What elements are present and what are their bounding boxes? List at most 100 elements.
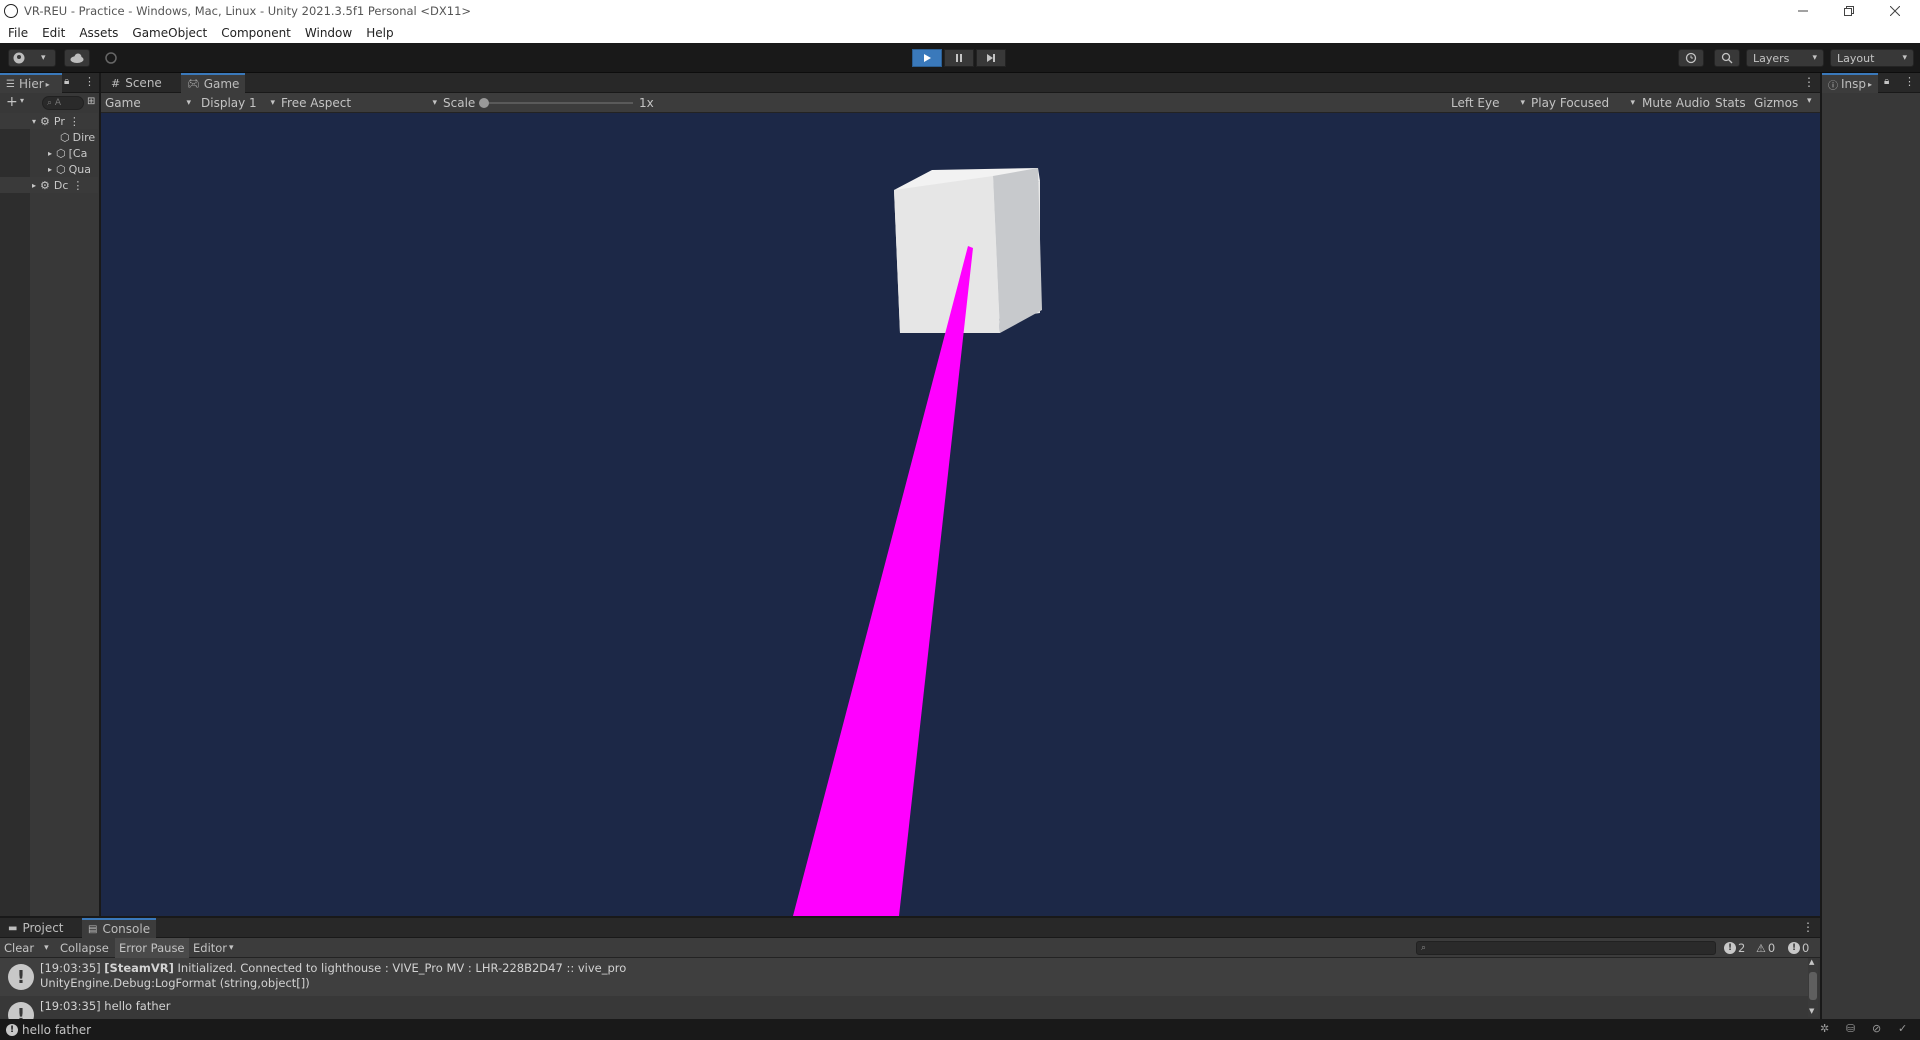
- display-label: Display 1: [201, 96, 257, 110]
- more-options-icon[interactable]: ⋮: [1904, 75, 1915, 88]
- editor-dropdown[interactable]: Editor ▾: [189, 938, 238, 958]
- game-viewport[interactable]: [101, 113, 1820, 916]
- tab-project[interactable]: ▬ Project: [2, 918, 70, 938]
- scroll-down-icon[interactable]: ▼: [1809, 1007, 1814, 1015]
- lock-icon[interactable]: 🔒︎: [1884, 76, 1889, 87]
- gizmos-toggle[interactable]: Gizmos: [1754, 96, 1798, 110]
- info-icon: ⓘ: [1828, 80, 1838, 92]
- log-timestamp: [19:03:35]: [40, 999, 101, 1013]
- console-search-input[interactable]: ⌕: [1416, 941, 1716, 955]
- clear-button[interactable]: Clear ▾: [0, 938, 53, 958]
- title-bar: VR-REU - Practice - Windows, Mac, Linux …: [0, 0, 1920, 22]
- display-dropdown[interactable]: Display 1 ▾: [201, 95, 275, 111]
- cube-side-face: [993, 168, 1042, 333]
- tab-game[interactable]: 🎮︎ Game: [181, 73, 246, 93]
- console-entry[interactable]: ! [19:03:35] hello father: [0, 996, 1808, 1019]
- more-options-icon[interactable]: ⋮: [1803, 75, 1815, 89]
- scrollbar-thumb[interactable]: [1809, 972, 1817, 1000]
- bottom-tab-bar: ▬ Project ▤ Console ⋮: [0, 918, 1820, 938]
- chevron-down-icon: ▾: [44, 943, 49, 953]
- collab-icon: [105, 52, 117, 64]
- hierarchy-row-dont-destroy[interactable]: ▸ ⚙ Dc ⋮: [0, 177, 98, 193]
- add-icon[interactable]: +: [6, 94, 18, 110]
- chevron-down-icon[interactable]: ▾: [20, 96, 24, 105]
- layout-dropdown[interactable]: Layout ▾: [1830, 49, 1914, 67]
- menu-gameobject[interactable]: GameObject: [125, 26, 214, 40]
- hierarchy-row-camera-rig[interactable]: ▸ ⬡ [Ca: [0, 145, 98, 161]
- inspector-tab-label: Insp: [1841, 77, 1867, 91]
- error-count-toggle[interactable]: ! 0: [1784, 938, 1813, 958]
- play-mode-dropdown[interactable]: Play Focused ▾: [1531, 95, 1635, 111]
- cache-icon[interactable]: ⛁: [1846, 1022, 1855, 1035]
- warning-count-toggle[interactable]: ⚠ 0: [1752, 938, 1779, 958]
- more-options-icon[interactable]: ⋮: [84, 75, 95, 88]
- scale-slider[interactable]: [479, 98, 633, 108]
- mute-audio-toggle[interactable]: Mute Audio: [1642, 96, 1710, 110]
- chevron-down-icon: ▾: [186, 98, 191, 108]
- menu-component[interactable]: Component: [214, 26, 298, 40]
- log-count-toggle[interactable]: ! 2: [1720, 938, 1749, 958]
- chevron-down-icon: ▾: [270, 98, 275, 108]
- restore-button[interactable]: [1826, 0, 1872, 22]
- tab-hierarchy[interactable]: ☰ Hier ▸: [0, 73, 62, 93]
- hierarchy-row-quad[interactable]: ▸ ⬡ Qua: [0, 161, 98, 177]
- minimize-button[interactable]: [1780, 0, 1826, 22]
- collab-button[interactable]: [100, 49, 122, 67]
- info-icon: !: [6, 1023, 18, 1036]
- tab-inspector[interactable]: ⓘ Insp ▸: [1822, 73, 1878, 93]
- network-icon[interactable]: ⊘: [1872, 1022, 1881, 1035]
- bug-icon[interactable]: ✲: [1820, 1022, 1829, 1035]
- cloud-icon: [70, 53, 84, 63]
- pause-icon: [956, 54, 962, 62]
- chevron-down-icon: ▾: [1520, 98, 1525, 108]
- cube-icon: ⬡: [60, 130, 70, 144]
- more-options-icon[interactable]: ⋮: [1802, 920, 1814, 934]
- scroll-up-icon[interactable]: ▲: [1809, 958, 1814, 966]
- menu-assets[interactable]: Assets: [72, 26, 125, 40]
- menu-file[interactable]: File: [0, 26, 35, 40]
- progress-check-icon[interactable]: ✓: [1898, 1022, 1907, 1035]
- stats-toggle[interactable]: Stats: [1715, 96, 1746, 110]
- error-pause-toggle[interactable]: Error Pause: [115, 938, 189, 958]
- hierarchy-search-placeholder: A: [54, 98, 62, 108]
- log-stacktrace: UnityEngine.Debug:LogFormat (string,obje…: [40, 976, 310, 990]
- menu-help[interactable]: Help: [359, 26, 400, 40]
- status-message[interactable]: hello father: [22, 1023, 91, 1037]
- error-count: 0: [1802, 941, 1810, 955]
- close-button[interactable]: [1872, 0, 1918, 22]
- more-options-icon[interactable]: ⋮: [69, 115, 80, 128]
- layers-dropdown[interactable]: Layers ▾: [1746, 49, 1824, 67]
- account-dropdown[interactable]: ▾: [8, 49, 56, 67]
- search-icon: [1721, 52, 1733, 64]
- console-scrollbar[interactable]: ▲ ▼: [1808, 958, 1818, 1017]
- search-button[interactable]: [1714, 49, 1740, 67]
- log-message: hello father: [104, 999, 171, 1013]
- hierarchy-row-label: Qua: [68, 162, 91, 176]
- lock-icon[interactable]: 🔒︎: [64, 76, 69, 87]
- window-title: VR-REU - Practice - Windows, Mac, Linux …: [24, 4, 472, 18]
- chevron-down-icon[interactable]: ▾: [1807, 96, 1812, 106]
- view-mode-dropdown[interactable]: Game ▾: [105, 95, 191, 111]
- play-button[interactable]: [912, 49, 942, 67]
- hierarchy-search-input[interactable]: ⌕ A: [42, 96, 84, 110]
- more-options-icon[interactable]: ⋮: [72, 179, 83, 192]
- step-button[interactable]: [976, 49, 1006, 67]
- tab-scene[interactable]: # Scene: [105, 73, 168, 93]
- menu-window[interactable]: Window: [298, 26, 359, 40]
- collapse-toggle[interactable]: Collapse: [56, 938, 113, 958]
- eye-dropdown[interactable]: Left Eye ▾: [1451, 95, 1525, 111]
- tab-console[interactable]: ▤ Console: [82, 918, 157, 938]
- hierarchy-row-scene-practice[interactable]: ▾ ⚙ Pr ⋮: [0, 113, 98, 129]
- hierarchy-panel: ☰ Hier ▸ 🔒︎ ⋮ + ▾ ⌕ A ⊞ ▾ ⚙ Pr ⋮ ⬡ Dire …: [0, 73, 99, 916]
- console-icon: ▤: [88, 923, 98, 935]
- pause-button[interactable]: [944, 49, 974, 67]
- scale-slider-handle[interactable]: [479, 98, 489, 108]
- cloud-button[interactable]: [64, 49, 90, 67]
- hierarchy-row-directional-light[interactable]: ⬡ Dire: [0, 129, 98, 145]
- filter-icon[interactable]: ⊞: [87, 96, 95, 107]
- chevron-right-icon: ▸: [32, 180, 37, 190]
- aspect-dropdown[interactable]: Free Aspect ▾: [281, 95, 437, 111]
- menu-edit[interactable]: Edit: [35, 26, 72, 40]
- console-entry[interactable]: ! [19:03:35] [SteamVR] Initialized. Conn…: [0, 958, 1808, 996]
- undo-history-button[interactable]: [1678, 49, 1704, 67]
